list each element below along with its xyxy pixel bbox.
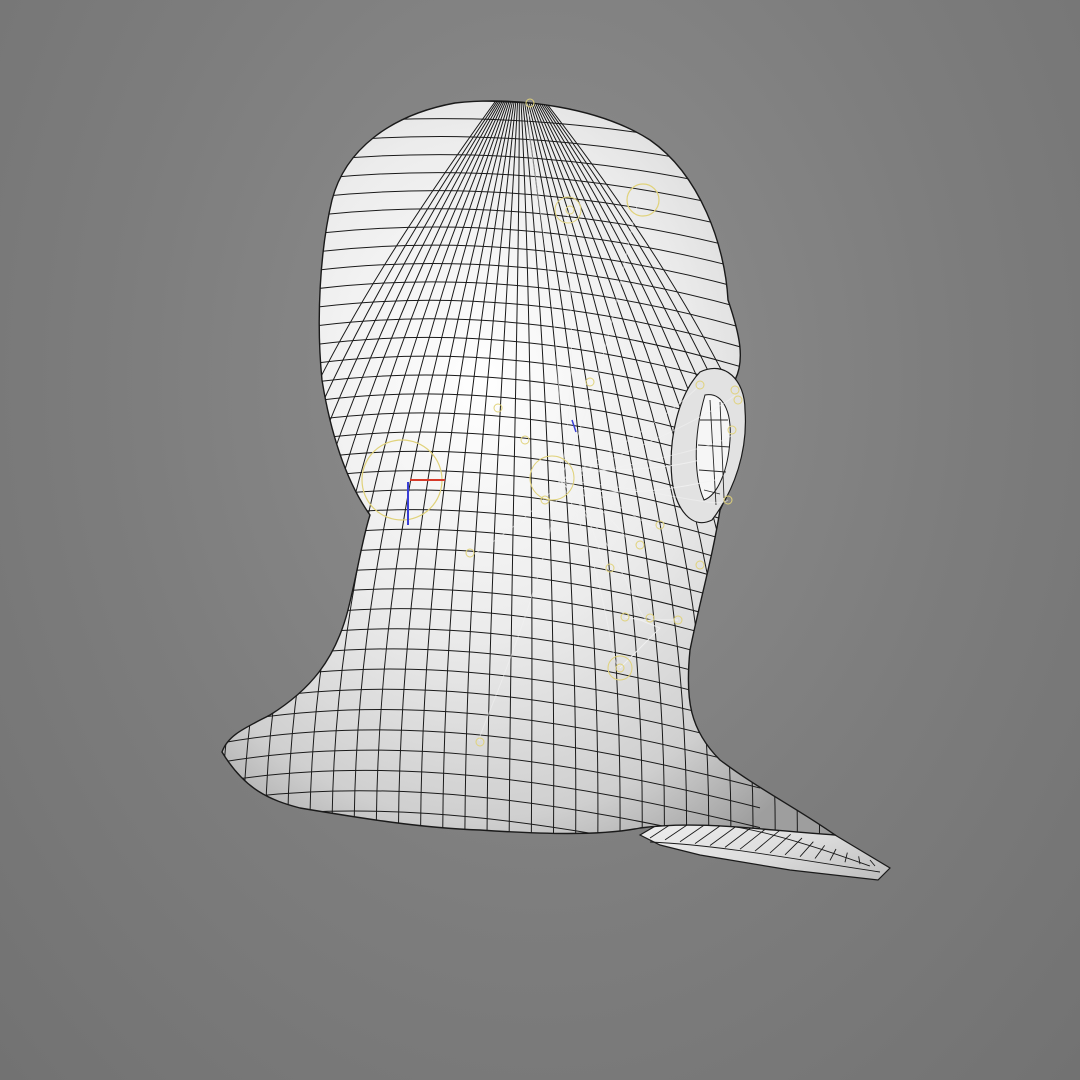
scene-svg — [221, 98, 891, 881]
head-mesh[interactable] — [221, 100, 838, 836]
3d-viewport[interactable] — [0, 0, 1080, 1080]
